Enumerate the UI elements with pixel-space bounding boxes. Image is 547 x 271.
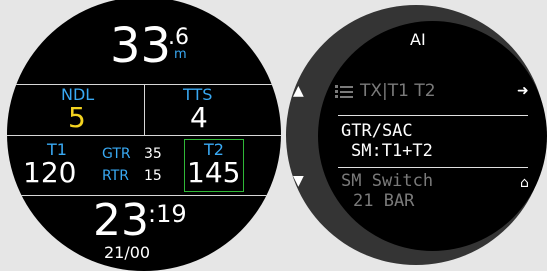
right-arrow-icon[interactable]: ➜ [517, 84, 529, 98]
home-icon[interactable]: ⌂ [520, 176, 529, 190]
footer-value: 21/00 [104, 243, 151, 262]
menu-title: AI [410, 30, 426, 49]
menu-item-sm-switch[interactable]: SM Switch [341, 171, 433, 191]
gtr-label: GTR [102, 146, 131, 162]
tts-value: 4 [190, 101, 208, 134]
rtr-label: RTR [102, 168, 129, 184]
rtr-value: 15 [144, 168, 162, 184]
menu-item-sm[interactable]: SM:T1+T2 [351, 141, 433, 161]
menu-item-sm-switch-value: 21 BAR [353, 191, 415, 211]
ndl-value: 5 [68, 101, 86, 134]
menu-item-tx[interactable]: TX|T1 T2 [360, 81, 436, 101]
list-icon [335, 85, 353, 99]
down-arrow-icon[interactable]: ▼ [293, 174, 304, 188]
depth-unit: m [174, 47, 187, 62]
menu-item-gtr-sac[interactable]: GTR/SAC [341, 121, 413, 141]
t2-value: 145 [187, 156, 241, 189]
up-arrow-icon[interactable]: ▲ [293, 84, 304, 98]
dive-time-seconds: :19 [148, 200, 187, 228]
t1-value: 120 [23, 156, 77, 189]
dive-display: 33 .6 m NDL 5 TTS 4 T1 120 GTR 35 RTR 15… [7, 0, 281, 271]
ai-menu-screen: AI TX|T1 T2 GTR/SAC SM:T1+T2 SM Switch 2… [318, 21, 547, 251]
depth-value: 33 [110, 18, 172, 74]
gtr-value: 35 [144, 146, 162, 162]
dive-time: 23 [93, 195, 149, 246]
